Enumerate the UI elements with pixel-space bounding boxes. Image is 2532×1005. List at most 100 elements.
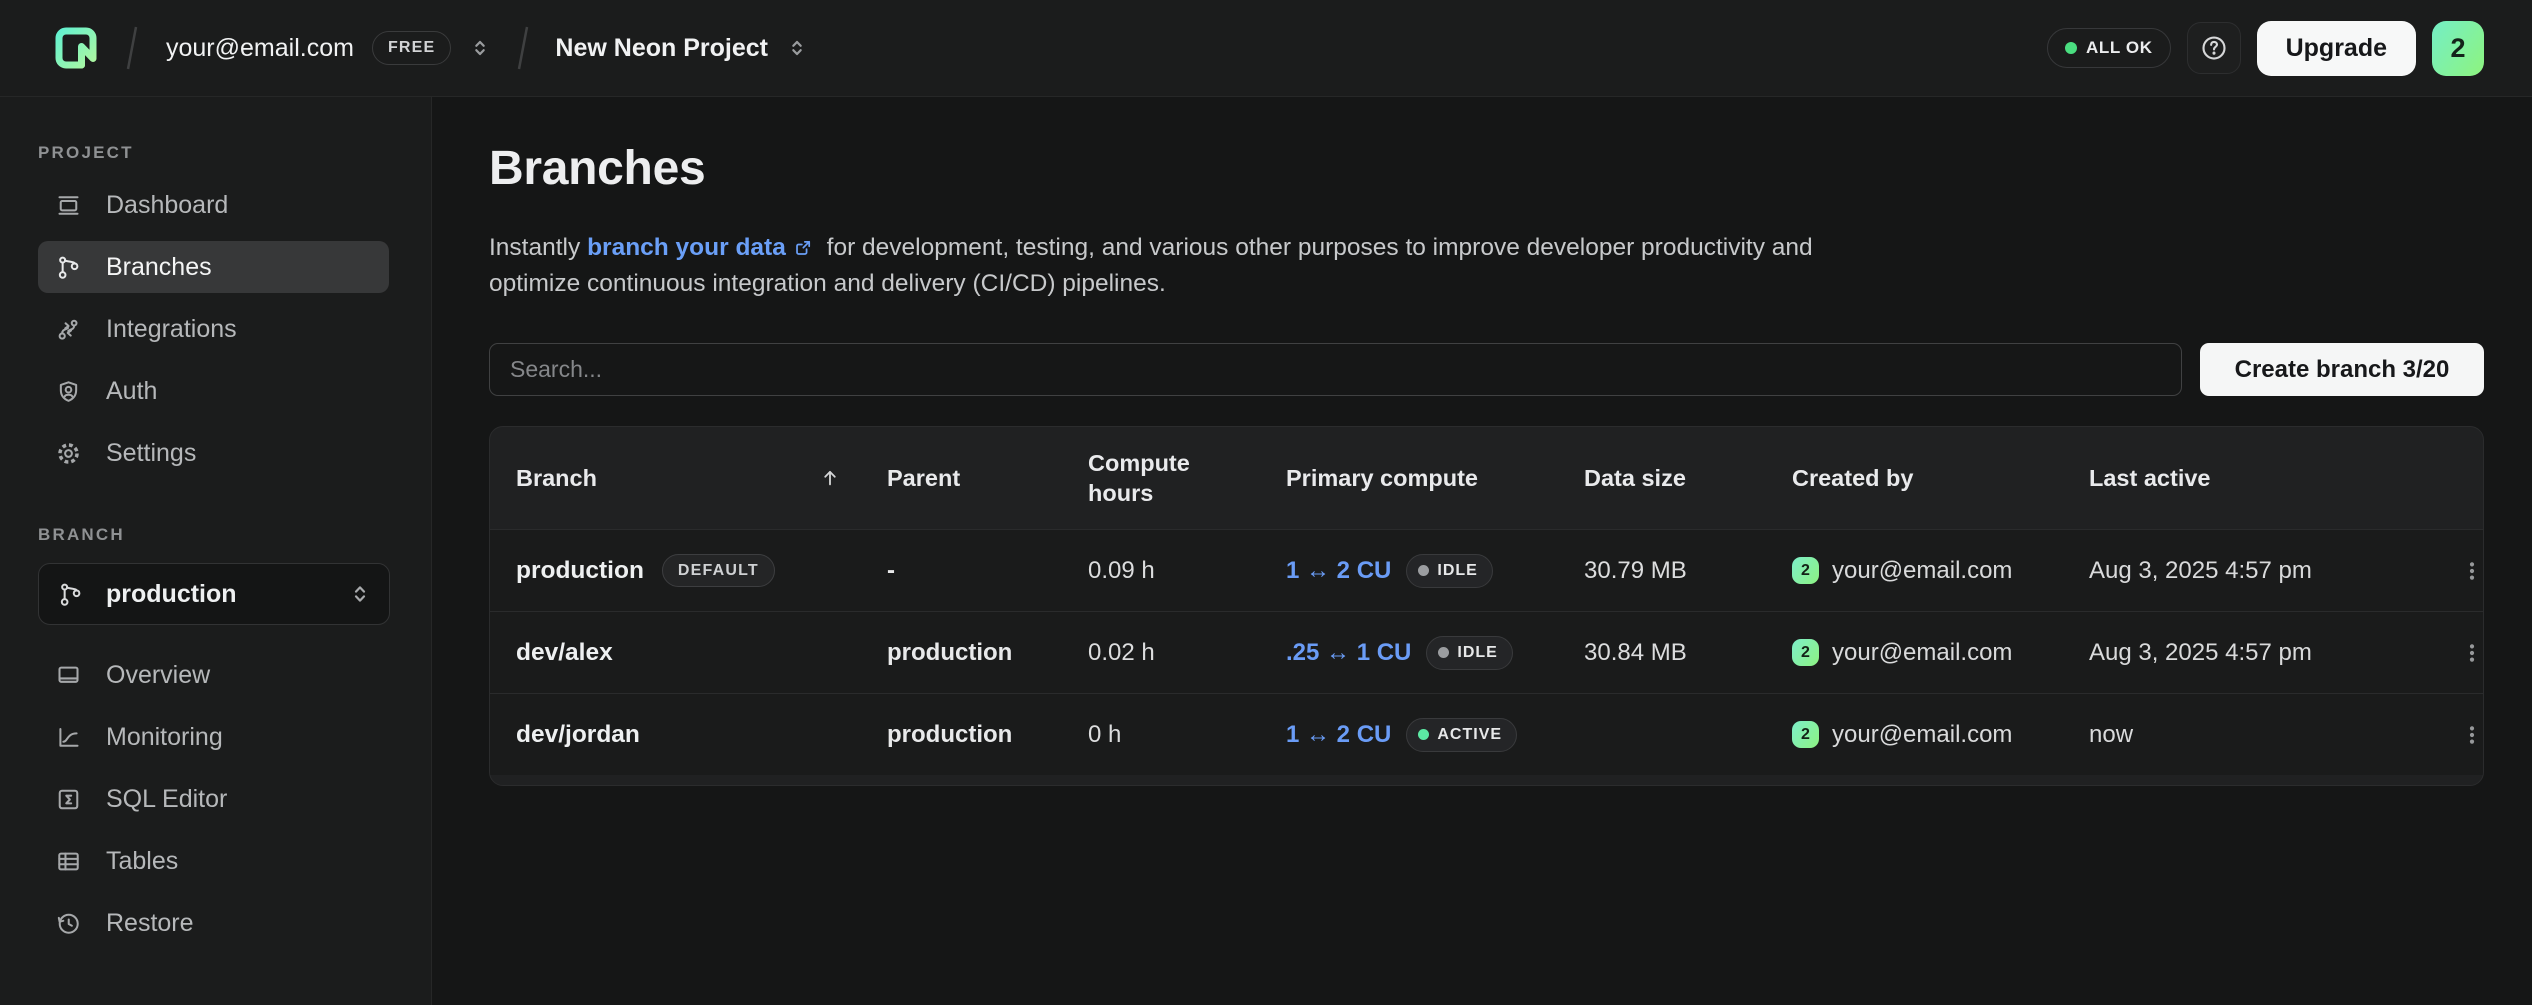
branch-selector[interactable]: production bbox=[38, 563, 390, 625]
status-dot bbox=[1418, 565, 1429, 576]
table-row[interactable]: dev/alex production 0.02 h .25 ↔ 1 CU ID… bbox=[490, 611, 2483, 693]
table-body: production DEFAULT - 0.09 h 1 ↔ 2 CU IDL… bbox=[490, 529, 2483, 775]
org-switcher[interactable]: your@email.com FREE bbox=[164, 31, 491, 65]
header-actions: ALL OK Upgrade 2 bbox=[2047, 21, 2484, 76]
primary-compute-cell: 1 ↔ 2 CU IDLE bbox=[1286, 554, 1584, 588]
branch-section: BRANCH production bbox=[38, 525, 389, 949]
creator-email: your@email.com bbox=[1832, 721, 2012, 749]
app-shell: PROJECT Dashboard Branches bbox=[0, 97, 2532, 1005]
system-status-pill[interactable]: ALL OK bbox=[2047, 28, 2171, 68]
column-header-parent: Parent bbox=[887, 465, 1088, 492]
status-dot bbox=[1418, 729, 1429, 740]
status-label: IDLE bbox=[1457, 644, 1497, 662]
create-branch-button[interactable]: Create branch 3/20 bbox=[2200, 343, 2484, 396]
primary-compute-cell: 1 ↔ 2 CU ACTIVE bbox=[1286, 718, 1584, 752]
avatar: 2 bbox=[1792, 639, 1819, 666]
column-header-branch: Branch bbox=[490, 465, 887, 492]
column-header-created-by: Created by bbox=[1792, 465, 2089, 492]
sidebar-item-label: Auth bbox=[106, 377, 157, 406]
sidebar-item-label: Integrations bbox=[106, 315, 237, 344]
table-row[interactable]: dev/jordan production 0 h 1 ↔ 2 CU ACTIV… bbox=[490, 693, 2483, 775]
kebab-menu-button[interactable] bbox=[2454, 553, 2484, 589]
sidebar-item-settings[interactable]: Settings bbox=[38, 427, 389, 479]
last-active-cell: Aug 3, 2025 4:57 pm bbox=[2089, 557, 2458, 585]
window-icon bbox=[55, 192, 82, 219]
data-size-cell: 30.84 MB bbox=[1584, 639, 1792, 667]
question-circle-icon bbox=[2199, 33, 2229, 63]
sidebar-item-overview[interactable]: Overview bbox=[38, 649, 389, 701]
sidebar-item-label: Restore bbox=[106, 909, 194, 938]
parent-cell: - bbox=[887, 557, 1088, 585]
status-pill: ACTIVE bbox=[1406, 718, 1517, 752]
description-text: Instantly bbox=[489, 234, 587, 261]
status-pill: IDLE bbox=[1426, 636, 1512, 670]
column-header-data-size: Data size bbox=[1584, 465, 1792, 492]
creator-email: your@email.com bbox=[1832, 557, 2012, 585]
page-title: Branches bbox=[489, 141, 2484, 197]
avatar: 2 bbox=[1792, 721, 1819, 748]
branches-icon bbox=[55, 254, 82, 281]
breadcrumb-slash bbox=[513, 24, 533, 72]
project-switcher[interactable]: New Neon Project bbox=[555, 34, 808, 63]
shield-user-icon bbox=[55, 378, 82, 405]
compute-units-link[interactable]: 1 ↔ 2 CU bbox=[1286, 557, 1391, 585]
sidebar-item-restore[interactable]: Restore bbox=[38, 897, 389, 949]
history-clock-icon bbox=[55, 910, 82, 937]
sidebar-item-label: Settings bbox=[106, 439, 196, 468]
branch-cell: dev/jordan bbox=[490, 721, 887, 749]
parent-cell: production bbox=[887, 721, 1088, 749]
branch-name: dev/jordan bbox=[516, 721, 640, 749]
branch-cell: production DEFAULT bbox=[490, 554, 887, 587]
branch-cell: dev/alex bbox=[490, 639, 887, 667]
help-button[interactable] bbox=[2187, 22, 2241, 74]
integrations-icon bbox=[55, 316, 82, 343]
search-input[interactable] bbox=[489, 343, 2182, 396]
neon-logo[interactable] bbox=[52, 24, 100, 72]
notifications-badge[interactable]: 2 bbox=[2432, 21, 2484, 76]
main-content: Branches Instantly branch your data for … bbox=[432, 97, 2532, 1005]
sort-ascending-icon[interactable] bbox=[819, 467, 841, 489]
last-active-cell: now bbox=[2089, 721, 2458, 749]
parent-branch: production bbox=[887, 639, 1012, 667]
project-nav: Dashboard Branches bbox=[38, 179, 389, 479]
data-size-cell: 30.79 MB bbox=[1584, 557, 1792, 585]
sidebar-item-monitoring[interactable]: Monitoring bbox=[38, 711, 389, 763]
sidebar-item-auth[interactable]: Auth bbox=[38, 365, 389, 417]
kebab-menu-button[interactable] bbox=[2454, 717, 2484, 753]
sidebar-item-branches[interactable]: Branches bbox=[38, 241, 389, 293]
row-actions-cell bbox=[2458, 717, 2483, 753]
branch-name: production bbox=[516, 557, 644, 585]
chevron-updown-icon bbox=[469, 37, 491, 59]
branches-icon bbox=[57, 581, 84, 608]
parent-branch: - bbox=[887, 557, 895, 585]
compute-units-link[interactable]: 1 ↔ 2 CU bbox=[1286, 721, 1391, 749]
breadcrumb-slash bbox=[122, 24, 142, 72]
compute-hours-cell: 0.09 h bbox=[1088, 557, 1286, 585]
branch-your-data-link[interactable]: branch your data bbox=[587, 234, 786, 261]
sidebar-item-integrations[interactable]: Integrations bbox=[38, 303, 389, 355]
window-icon bbox=[55, 662, 82, 689]
primary-compute-cell: .25 ↔ 1 CU IDLE bbox=[1286, 636, 1584, 670]
table-row[interactable]: production DEFAULT - 0.09 h 1 ↔ 2 CU IDL… bbox=[490, 529, 2483, 611]
branch-name: dev/alex bbox=[516, 639, 613, 667]
sidebar-item-dashboard[interactable]: Dashboard bbox=[38, 179, 389, 231]
status-dot bbox=[1438, 647, 1449, 658]
sidebar-item-sql-editor[interactable]: SQL Editor bbox=[38, 773, 389, 825]
created-by-cell: 2 your@email.com bbox=[1792, 639, 2089, 667]
upgrade-button[interactable]: Upgrade bbox=[2257, 21, 2416, 76]
branch-nav: Overview Monitoring bbox=[38, 649, 389, 949]
parent-cell: production bbox=[887, 639, 1088, 667]
branch-controls: Create branch 3/20 bbox=[489, 343, 2484, 396]
chevron-updown-icon bbox=[786, 37, 808, 59]
kebab-icon bbox=[2460, 559, 2484, 583]
project-name: New Neon Project bbox=[555, 34, 768, 63]
external-link-icon bbox=[793, 237, 814, 258]
sidebar-item-label: Dashboard bbox=[106, 191, 228, 220]
status-ok-dot bbox=[2065, 42, 2077, 54]
compute-units-link[interactable]: .25 ↔ 1 CU bbox=[1286, 639, 1411, 667]
kebab-menu-button[interactable] bbox=[2454, 635, 2484, 671]
sidebar-item-label: Tables bbox=[106, 847, 178, 876]
branch-section-label: BRANCH bbox=[38, 525, 389, 545]
sidebar-item-tables[interactable]: Tables bbox=[38, 835, 389, 887]
sql-editor-icon bbox=[55, 786, 82, 813]
